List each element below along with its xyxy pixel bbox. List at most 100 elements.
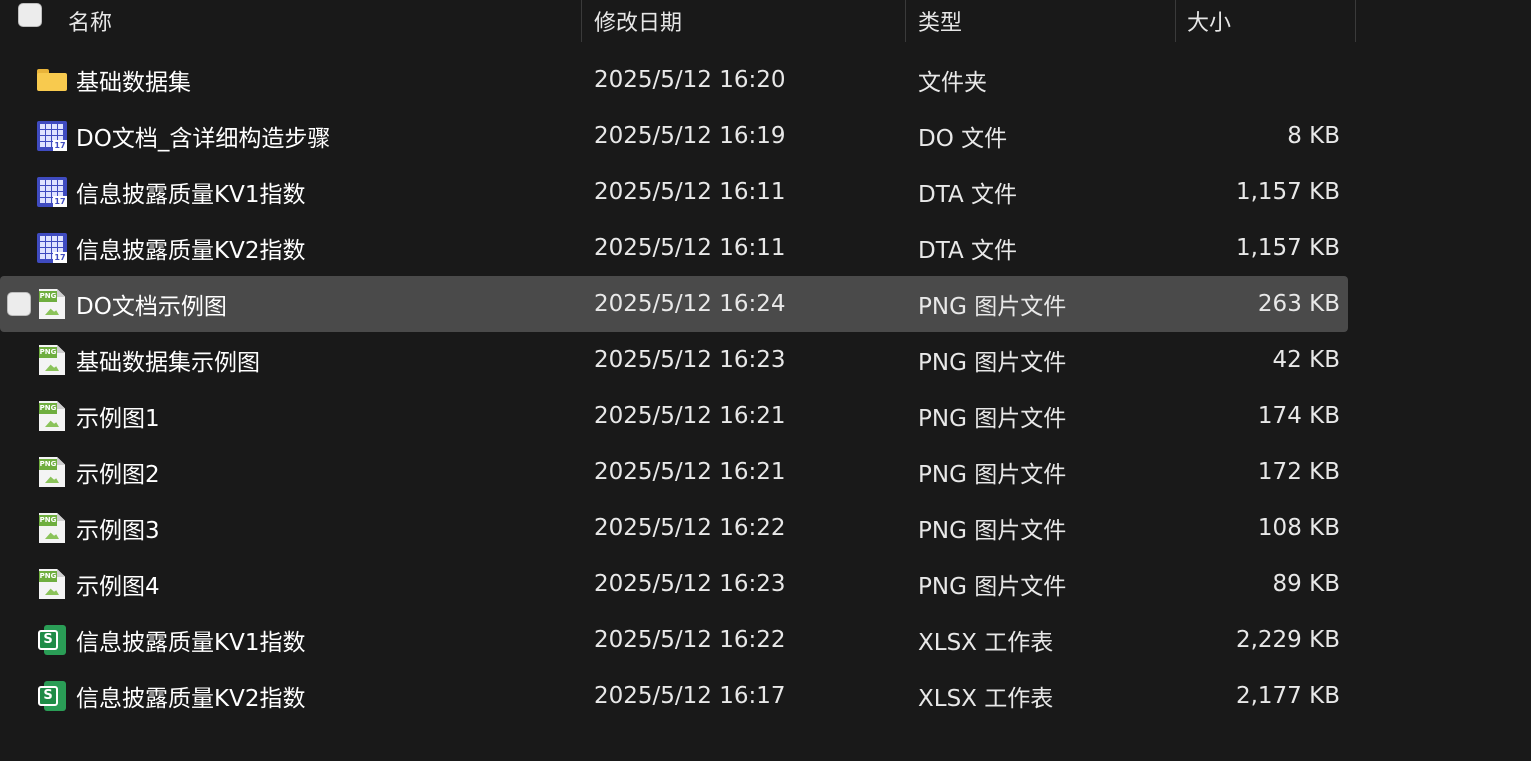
- file-modified-date: 2025/5/12 16:19: [594, 123, 786, 149]
- column-divider[interactable]: [581, 0, 582, 42]
- xlsx-file-icon: S: [38, 625, 66, 655]
- file-type: DO 文件: [918, 126, 1008, 152]
- file-icon-cell: PNG: [36, 500, 68, 556]
- file-name: 示例图1: [76, 406, 160, 432]
- file-type: PNG 图片文件: [918, 574, 1067, 600]
- file-row[interactable]: PNG 示例图4 2025/5/12 16:23 PNG 图片文件 89 KB: [0, 556, 1348, 612]
- column-divider[interactable]: [1175, 0, 1176, 42]
- file-row[interactable]: 17 信息披露质量KV1指数 2025/5/12 16:11 DTA 文件 1,157 …: [0, 164, 1348, 220]
- xlsx-badge: S: [38, 630, 58, 650]
- png-badge: PNG: [39, 403, 57, 414]
- xlsx-badge: S: [38, 686, 58, 706]
- stata-version-badge: 17: [53, 196, 67, 207]
- file-type: XLSX 工作表: [918, 686, 1054, 712]
- stata-version-badge: 17: [53, 140, 67, 151]
- folder-icon: [37, 69, 67, 91]
- file-row[interactable]: 基础数据集 2025/5/12 16:20 文件夹: [0, 52, 1348, 108]
- column-divider[interactable]: [1355, 0, 1356, 42]
- file-type: 文件夹: [918, 70, 987, 96]
- column-header-date[interactable]: 修改日期: [594, 0, 682, 42]
- file-name: 示例图2: [76, 462, 160, 488]
- file-row[interactable]: PNG 示例图3 2025/5/12 16:22 PNG 图片文件 108 KB: [0, 500, 1348, 556]
- file-row[interactable]: 17 DO文档_含详细构造步骤 2025/5/12 16:19 DO 文件 8 KB: [0, 108, 1348, 164]
- file-name: DO文档示例图: [76, 294, 227, 320]
- file-icon-cell: S: [36, 668, 68, 724]
- png-file-icon: PNG: [39, 513, 65, 543]
- file-name: 示例图4: [76, 574, 160, 600]
- file-explorer-view: 名称 修改日期 类型 大小 基础数据集 2025/5/12 16:20 文件夹 17 D…: [0, 0, 1531, 761]
- png-badge: PNG: [39, 347, 57, 358]
- file-name: DO文档_含详细构造步骤: [76, 126, 331, 152]
- column-header-bar: 名称 修改日期 类型 大小: [0, 0, 1356, 42]
- file-size: 108 KB: [1257, 515, 1340, 541]
- png-badge: PNG: [39, 291, 57, 302]
- file-name: 基础数据集: [76, 70, 191, 96]
- file-type: XLSX 工作表: [918, 630, 1054, 656]
- file-icon-cell: 17: [36, 164, 68, 220]
- file-modified-date: 2025/5/12 16:22: [594, 515, 786, 541]
- column-header-size[interactable]: 大小: [1187, 0, 1231, 42]
- file-name: 信息披露质量KV2指数: [76, 238, 306, 264]
- file-size: 1,157 KB: [1235, 235, 1340, 261]
- file-modified-date: 2025/5/12 16:20: [594, 67, 786, 93]
- column-header-name[interactable]: 名称: [68, 0, 112, 42]
- file-type: PNG 图片文件: [918, 406, 1067, 432]
- png-file-icon: PNG: [39, 457, 65, 487]
- file-row[interactable]: 17 信息披露质量KV2指数 2025/5/12 16:11 DTA 文件 1,157 …: [0, 220, 1348, 276]
- column-divider[interactable]: [905, 0, 906, 42]
- row-checkbox[interactable]: [7, 292, 31, 316]
- file-modified-date: 2025/5/12 16:11: [594, 179, 786, 205]
- file-row[interactable]: S 信息披露质量KV2指数 2025/5/12 16:17 XLSX 工作表 2,177…: [0, 668, 1348, 724]
- file-row[interactable]: PNG 示例图1 2025/5/12 16:21 PNG 图片文件 174 KB: [0, 388, 1348, 444]
- file-size: [1180, 52, 1340, 108]
- file-row[interactable]: S 信息披露质量KV1指数 2025/5/12 16:22 XLSX 工作表 2,229…: [0, 612, 1348, 668]
- file-name: 信息披露质量KV1指数: [76, 182, 306, 208]
- file-size: 89 KB: [1272, 571, 1340, 597]
- file-icon-cell: S: [36, 612, 68, 668]
- file-modified-date: 2025/5/12 16:21: [594, 459, 786, 485]
- stata-version-badge: 17: [53, 252, 67, 263]
- file-type: PNG 图片文件: [918, 294, 1067, 320]
- column-header-type[interactable]: 类型: [918, 0, 962, 42]
- png-file-icon: PNG: [39, 345, 65, 375]
- stata-file-icon: 17: [37, 121, 67, 151]
- file-type: PNG 图片文件: [918, 518, 1067, 544]
- select-all-checkbox[interactable]: [18, 3, 42, 27]
- file-icon-cell: [36, 52, 68, 108]
- png-file-icon: PNG: [39, 289, 65, 319]
- file-icon-cell: PNG: [36, 444, 68, 500]
- file-modified-date: 2025/5/12 16:23: [594, 347, 786, 373]
- file-icon-cell: PNG: [36, 388, 68, 444]
- file-size: 42 KB: [1272, 347, 1340, 373]
- file-icon-cell: PNG: [36, 332, 68, 388]
- file-name: 信息披露质量KV1指数: [76, 630, 306, 656]
- file-icon-cell: 17: [36, 108, 68, 164]
- file-row[interactable]: PNG DO文档示例图 2025/5/12 16:24 PNG 图片文件 263 KB: [0, 276, 1348, 332]
- file-icon-cell: PNG: [36, 556, 68, 612]
- file-name: 示例图3: [76, 518, 160, 544]
- file-type: DTA 文件: [918, 238, 1018, 264]
- file-size: 172 KB: [1257, 459, 1340, 485]
- file-size: 8 KB: [1287, 123, 1340, 149]
- file-size: 263 KB: [1257, 291, 1340, 317]
- png-file-icon: PNG: [39, 401, 65, 431]
- png-file-icon: PNG: [39, 569, 65, 599]
- file-modified-date: 2025/5/12 16:23: [594, 571, 786, 597]
- file-name: 信息披露质量KV2指数: [76, 686, 306, 712]
- file-modified-date: 2025/5/12 16:21: [594, 403, 786, 429]
- file-size: 1,157 KB: [1235, 179, 1340, 205]
- file-size: 2,177 KB: [1235, 683, 1340, 709]
- file-size: 174 KB: [1257, 403, 1340, 429]
- file-modified-date: 2025/5/12 16:22: [594, 627, 786, 653]
- file-modified-date: 2025/5/12 16:17: [594, 683, 786, 709]
- file-row[interactable]: PNG 示例图2 2025/5/12 16:21 PNG 图片文件 172 KB: [0, 444, 1348, 500]
- file-row[interactable]: PNG 基础数据集示例图 2025/5/12 16:23 PNG 图片文件 42 KB: [0, 332, 1348, 388]
- file-modified-date: 2025/5/12 16:11: [594, 235, 786, 261]
- stata-file-icon: 17: [37, 177, 67, 207]
- file-size: 2,229 KB: [1235, 627, 1340, 653]
- xlsx-file-icon: S: [38, 681, 66, 711]
- file-type: DTA 文件: [918, 182, 1018, 208]
- file-modified-date: 2025/5/12 16:24: [594, 291, 786, 317]
- file-icon-cell: PNG: [36, 276, 68, 332]
- file-icon-cell: 17: [36, 220, 68, 276]
